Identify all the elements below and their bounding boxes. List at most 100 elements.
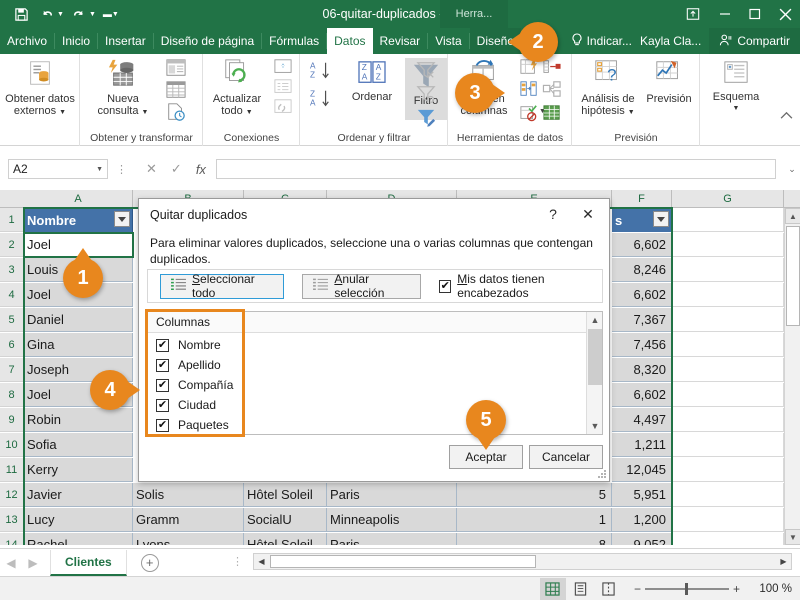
- column-header-F[interactable]: F: [612, 190, 672, 208]
- cell-A10[interactable]: Sofia: [24, 433, 133, 457]
- cell-F9[interactable]: 4,497: [612, 408, 672, 432]
- cell-F3[interactable]: 8,246: [612, 258, 672, 282]
- tab-archivo[interactable]: Archivo: [0, 28, 54, 54]
- cell-B13[interactable]: Gramm: [133, 508, 244, 532]
- cell-F8[interactable]: 6,602: [612, 383, 672, 407]
- cell-F2[interactable]: 6,602: [612, 233, 672, 257]
- horizontal-scrollbar[interactable]: ◀ ▶: [253, 552, 792, 570]
- customize-qat-icon[interactable]: ▬ ▼: [98, 2, 124, 26]
- column-item-apellido[interactable]: ✔ Apellido: [156, 356, 221, 374]
- column-checkbox-nombre[interactable]: ✔: [156, 338, 169, 352]
- cell-A11[interactable]: Kerry: [24, 458, 133, 482]
- page-break-preview-icon[interactable]: [596, 578, 622, 600]
- cell-C13[interactable]: SocialU: [244, 508, 327, 532]
- mostrar-consultas-icon[interactable]: [165, 58, 187, 81]
- row-header-1[interactable]: 1: [0, 208, 24, 232]
- prevision-button[interactable]: Previsión: [641, 58, 697, 105]
- next-sheet-icon[interactable]: ▶: [22, 556, 44, 570]
- cancel-formula-icon[interactable]: ✕: [146, 161, 157, 177]
- cell-G4[interactable]: [672, 283, 784, 307]
- cell-G12[interactable]: [672, 483, 784, 507]
- cell-E14[interactable]: 8: [457, 533, 612, 545]
- column-item-compania[interactable]: ✔ Compañía: [156, 376, 233, 394]
- tab-revisar[interactable]: Revisar: [373, 28, 428, 54]
- relaciones-icon[interactable]: [542, 80, 562, 101]
- zoom-track[interactable]: [644, 582, 729, 595]
- hscroll-right-icon[interactable]: ▶: [776, 553, 791, 569]
- scroll-up-icon[interactable]: ▲: [785, 208, 800, 224]
- seleccionar-todo-button[interactable]: Seleccionar todo: [160, 272, 285, 300]
- cell-G2[interactable]: [672, 233, 784, 257]
- row-header-9[interactable]: 9: [0, 408, 24, 432]
- listbox-scrollbar[interactable]: ▲ ▼: [586, 312, 602, 434]
- tab-insertar[interactable]: Insertar: [98, 28, 153, 54]
- cell-A1[interactable]: Nombre: [24, 208, 133, 232]
- column-checkbox-ciudad[interactable]: ✔: [156, 398, 169, 412]
- cell-A5[interactable]: Daniel: [24, 308, 133, 332]
- sheet-tab-clientes[interactable]: Clientes: [50, 549, 127, 576]
- zoom-out-icon[interactable]: −: [634, 582, 641, 596]
- cell-A6[interactable]: Gina: [24, 333, 133, 357]
- listbox-scroll-down-icon[interactable]: ▼: [587, 418, 603, 434]
- cell-G8[interactable]: [672, 383, 784, 407]
- vertical-scrollbar[interactable]: ▲ ▼: [784, 208, 800, 545]
- row-header-4[interactable]: 4: [0, 283, 24, 307]
- cell-F5[interactable]: 7,367: [612, 308, 672, 332]
- zoom-slider[interactable]: − +: [634, 582, 740, 596]
- ordenar-az-icon[interactable]: AZ: [309, 60, 333, 85]
- scroll-down-icon[interactable]: ▼: [785, 529, 800, 545]
- zoom-level-label[interactable]: 100 %: [748, 583, 792, 595]
- tab-diseno-pagina[interactable]: Diseño de página: [154, 28, 261, 54]
- cell-G10[interactable]: [672, 433, 784, 457]
- columns-listbox[interactable]: Columnas ✔ Nombre ✔ Apellido ✔ Compañía …: [147, 311, 603, 435]
- user-account-label[interactable]: Kayla Cla...: [632, 34, 709, 48]
- zoom-thumb[interactable]: [684, 582, 688, 595]
- cell-F10[interactable]: 1,211: [612, 433, 672, 457]
- cell-F11[interactable]: 12,045: [612, 458, 672, 482]
- cell-F13[interactable]: 1,200: [612, 508, 672, 532]
- cell-D13[interactable]: Minneapolis: [327, 508, 457, 532]
- horizontal-scroll-thumb[interactable]: [270, 554, 536, 568]
- cell-D14[interactable]: Paris: [327, 533, 457, 545]
- headers-checkbox-box[interactable]: ✔: [439, 279, 452, 293]
- collapse-ribbon-icon[interactable]: [780, 111, 793, 123]
- cell-E13[interactable]: 1: [457, 508, 612, 532]
- propiedades-icon[interactable]: [272, 78, 294, 99]
- cell-F1[interactable]: s: [612, 208, 672, 232]
- row-header-8[interactable]: 8: [0, 383, 24, 407]
- column-checkbox-apellido[interactable]: ✔: [156, 358, 169, 372]
- enter-formula-icon[interactable]: ✓: [171, 161, 182, 177]
- filter-dropdown-A1-icon[interactable]: [114, 211, 130, 227]
- desde-tabla-icon[interactable]: [165, 80, 187, 103]
- redo-dropdown-icon[interactable]: ▼: [89, 11, 96, 18]
- quitar-duplicados-icon[interactable]: [519, 80, 539, 101]
- tab-formulas[interactable]: Fórmulas: [262, 28, 326, 54]
- row-header-12[interactable]: 12: [0, 483, 24, 507]
- column-checkbox-compania[interactable]: ✔: [156, 378, 169, 392]
- ordenar-za-icon[interactable]: ZA: [309, 88, 333, 113]
- cell-G6[interactable]: [672, 333, 784, 357]
- column-header-A[interactable]: A: [24, 190, 133, 208]
- cell-A9[interactable]: Robin: [24, 408, 133, 432]
- add-sheet-icon[interactable]: +: [140, 553, 159, 572]
- page-layout-icon[interactable]: [568, 578, 594, 600]
- consolidar-icon[interactable]: [542, 58, 562, 79]
- name-box[interactable]: A2 ▼: [8, 159, 108, 179]
- consultas-recientes-icon[interactable]: [165, 102, 187, 125]
- zoom-in-icon[interactable]: +: [733, 582, 740, 596]
- insert-function-icon[interactable]: fx: [196, 162, 206, 177]
- share-button[interactable]: Compartir: [709, 28, 800, 54]
- cell-G9[interactable]: [672, 408, 784, 432]
- cell-G11[interactable]: [672, 458, 784, 482]
- tab-inicio[interactable]: Inicio: [55, 28, 97, 54]
- cell-A14[interactable]: Rachel: [24, 533, 133, 545]
- cell-F4[interactable]: 6,602: [612, 283, 672, 307]
- tell-me-box[interactable]: Indicar...: [571, 32, 632, 50]
- dialog-resize-grip[interactable]: [597, 469, 607, 479]
- conexiones-icon[interactable]: [272, 58, 294, 79]
- anular-seleccion-button[interactable]: Anular selección: [302, 272, 422, 300]
- column-item-paquetes[interactable]: ✔ Paquetes: [156, 416, 229, 434]
- undo-dropdown-icon[interactable]: ▼: [57, 11, 64, 18]
- maximize-icon[interactable]: [740, 0, 770, 28]
- name-box-dropdown-icon[interactable]: ▼: [96, 166, 103, 173]
